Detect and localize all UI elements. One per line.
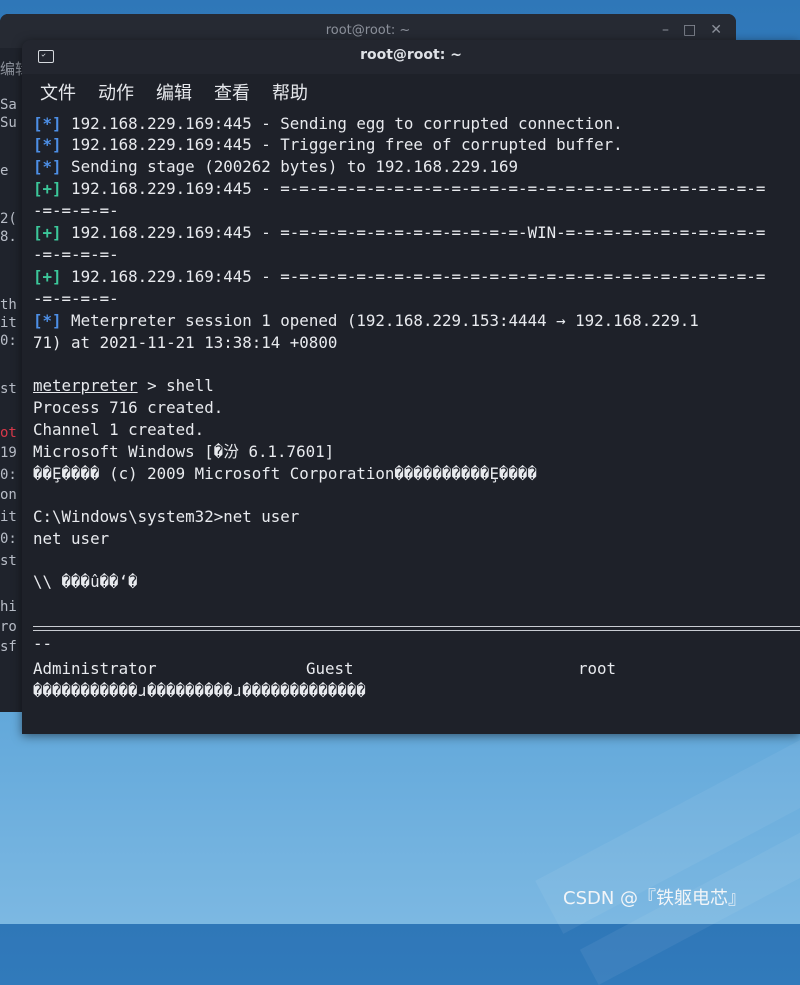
output-line: Channel 1 created. (33, 420, 205, 439)
log-text: 192.168.229.169:445 - =-=-=-=-=-=-=-=-=-… (61, 267, 766, 286)
background-text-fragment: e (0, 163, 9, 179)
log-line: [+] 192.168.229.169:445 - =-=-=-=-=-=-=-… (33, 267, 765, 287)
log-text: 192.168.229.169:445 - =-=-=-=-=-=-=-=-=-… (61, 179, 766, 198)
log-line-wrap: -=-=-=-=- (33, 245, 119, 264)
menu-bar: 文件 动作 编辑 查看 帮助 (22, 74, 800, 110)
output-line: Process 716 created. (33, 398, 224, 417)
background-text-fragment: Sa (0, 97, 17, 113)
background-text-fragment: Su (0, 115, 17, 131)
terminal-output[interactable]: [*] 192.168.229.169:445 - Sending egg to… (22, 114, 800, 734)
background-text-fragment: on (0, 487, 17, 503)
log-line: [+] 192.168.229.169:445 - =-=-=-=-=-=-=-… (33, 179, 765, 199)
menu-help[interactable]: 帮助 (272, 79, 308, 105)
window-title: root@root: ~ (360, 47, 462, 63)
minimize-icon[interactable]: – (662, 22, 669, 38)
output-line: Microsoft Windows [�汾 6.1.7601] (33, 442, 335, 461)
menu-edit[interactable]: 编辑 (156, 79, 192, 105)
user-guest: Guest (306, 659, 354, 678)
dash-line: -- (33, 634, 53, 653)
background-text-fragment: 0: (0, 467, 17, 483)
log-line-wrap: -=-=-=-=- (33, 201, 119, 220)
log-text: Meterpreter session 1 opened (192.168.22… (61, 311, 699, 330)
user-administrator: Administrator (33, 659, 157, 678)
status-tag: [*] (33, 311, 62, 330)
background-window-title: root@root: ~ (325, 23, 411, 38)
user-root: root (578, 659, 617, 678)
background-text-fragment: 2( (0, 211, 17, 227)
log-line: [*] 192.168.229.169:445 - Triggering fre… (33, 135, 623, 155)
menu-actions[interactable]: 动作 (98, 79, 134, 105)
log-text: 192.168.229.169:445 - Triggering free of… (61, 135, 623, 154)
maximize-icon[interactable]: □ (683, 22, 696, 38)
status-tag: [*] (33, 157, 62, 176)
log-line-wrap: -=-=-=-=- (33, 289, 119, 308)
background-text-fragment: st (0, 381, 17, 397)
background-text-fragment: 0: (0, 531, 17, 547)
status-tag: [+] (33, 179, 62, 198)
users-header: \\ ���û��ʻ� (33, 572, 138, 591)
log-line-wrap: 71) at 2021-11-21 13:38:14 +0800 (33, 333, 338, 352)
cmd-echo-line: net user (33, 529, 110, 548)
background-text-fragment: 19 (0, 445, 17, 461)
log-text: 192.168.229.169:445 - =-=-=-=-=-=-=-=-=-… (61, 223, 766, 242)
output-line: ��Ȩ���� (c) 2009 Microsoft Corporation��… (33, 464, 538, 483)
background-text-fragment: it (0, 315, 17, 331)
background-text-fragment: hi (0, 599, 17, 615)
log-line: [+] 192.168.229.169:445 - =-=-=-=-=-=-=-… (33, 223, 765, 243)
log-line: [*] Meterpreter session 1 opened (192.16… (33, 311, 699, 331)
background-window-controls: – □ ✕ (662, 22, 722, 38)
cmd-prompt-line: C:\Windows\system32>net user (33, 507, 300, 526)
meterpreter-prompt: meterpreter (33, 376, 138, 395)
prompt-command: > shell (137, 376, 214, 395)
log-text: Sending stage (200262 bytes) to 192.168.… (61, 157, 519, 176)
csdn-watermark: CSDN @『铁躯电芯』 (563, 888, 747, 909)
background-text-fragment: ro (0, 619, 17, 635)
close-icon[interactable]: ✕ (710, 22, 722, 38)
status-tag: [*] (33, 114, 62, 133)
status-tag: [*] (33, 135, 62, 154)
titlebar: root@root: ~ (22, 40, 800, 74)
log-line: [*] 192.168.229.169:445 - Sending egg to… (33, 114, 623, 134)
background-text-fragment: 0: (0, 333, 17, 349)
background-text-fragment: it (0, 509, 17, 525)
terminal-window[interactable]: root@root: ~ 文件 动作 编辑 查看 帮助 [*] 192.168.… (22, 40, 800, 734)
log-line: [*] Sending stage (200262 bytes) to 192.… (33, 157, 518, 177)
background-text-fragment: st (0, 553, 17, 569)
background-text-fragment: th (0, 297, 17, 313)
status-tag: [+] (33, 223, 62, 242)
background-text-fragment: 8. (0, 229, 17, 245)
background-text-fragment: ot (0, 425, 17, 441)
prompt-line: meterpreter > shell (33, 376, 214, 396)
separator-rule (33, 626, 800, 631)
log-text: 192.168.229.169:445 - Sending egg to cor… (61, 114, 623, 133)
status-tag: [+] (33, 267, 62, 286)
footer-garbled-line: �����������ɹ���������ɹ������������� (33, 681, 366, 700)
menu-view[interactable]: 查看 (214, 79, 250, 105)
menu-file[interactable]: 文件 (40, 79, 76, 105)
background-text-fragment: sf (0, 639, 17, 655)
